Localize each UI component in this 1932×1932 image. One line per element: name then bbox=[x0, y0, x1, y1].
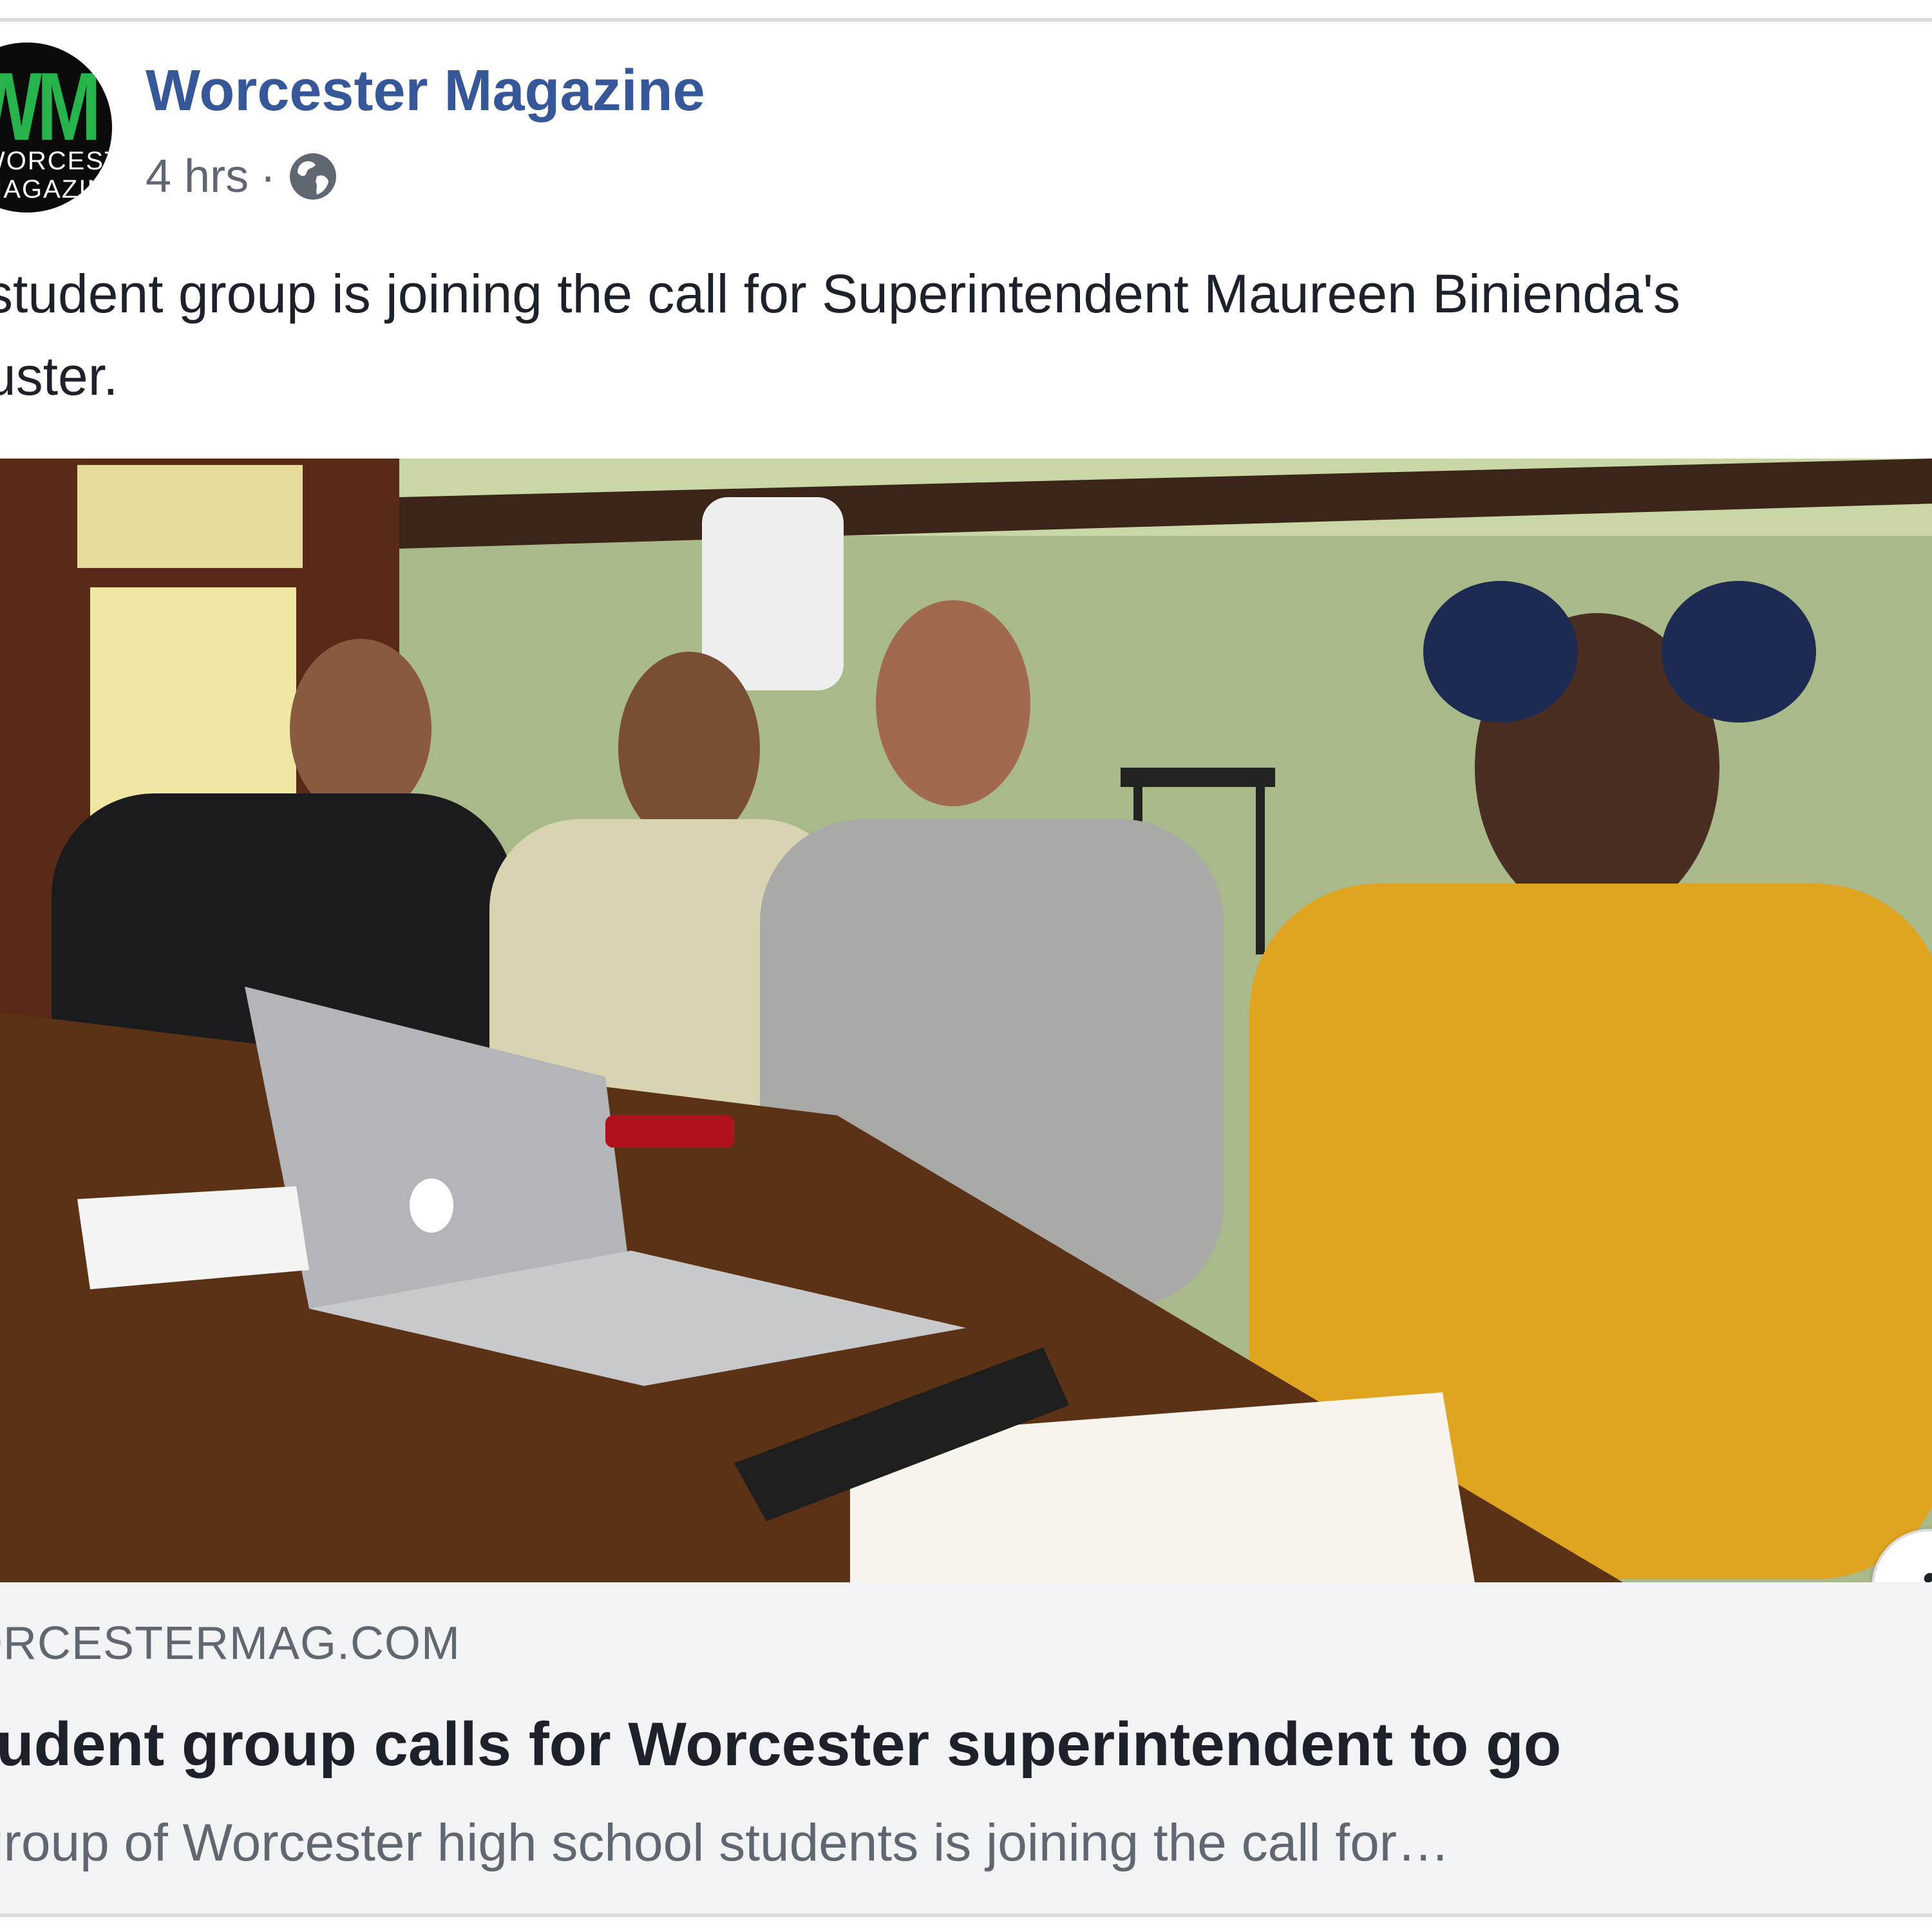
page-name-link[interactable]: Worcester Magazine bbox=[146, 55, 705, 126]
link-headline[interactable]: tudent group calls for Worcester superin… bbox=[0, 1706, 1561, 1783]
link-preview-image[interactable] bbox=[0, 459, 1932, 1582]
link-description: group of Worcester high school students … bbox=[0, 1814, 1450, 1872]
avatar-logo-line1: WORCESTER bbox=[0, 147, 112, 175]
page-avatar[interactable]: WM WORCESTER MAGAZINE bbox=[0, 43, 112, 213]
globe-icon[interactable] bbox=[287, 151, 339, 202]
meta-separator: · bbox=[260, 151, 276, 202]
post-text: student group is joining the call for Su… bbox=[0, 252, 1931, 417]
link-preview-caption[interactable]: ORCESTERMAG.COM tudent group calls for W… bbox=[0, 1582, 1932, 1917]
link-domain: ORCESTERMAG.COM bbox=[0, 1618, 461, 1669]
post-meta: 4 hrs · bbox=[146, 144, 339, 209]
facebook-post: WM WORCESTER MAGAZINE Worcester Magazine… bbox=[0, 0, 1932, 1932]
post-text-line1: student group is joining the call for Su… bbox=[0, 263, 1681, 324]
avatar-logo-line2: MAGAZINE bbox=[0, 175, 112, 204]
post-text-line2: uster. bbox=[0, 346, 118, 406]
avatar-logo-letters: WM bbox=[0, 52, 101, 160]
divider bbox=[0, 18, 1932, 22]
post-timestamp[interactable]: 4 hrs bbox=[146, 150, 249, 203]
